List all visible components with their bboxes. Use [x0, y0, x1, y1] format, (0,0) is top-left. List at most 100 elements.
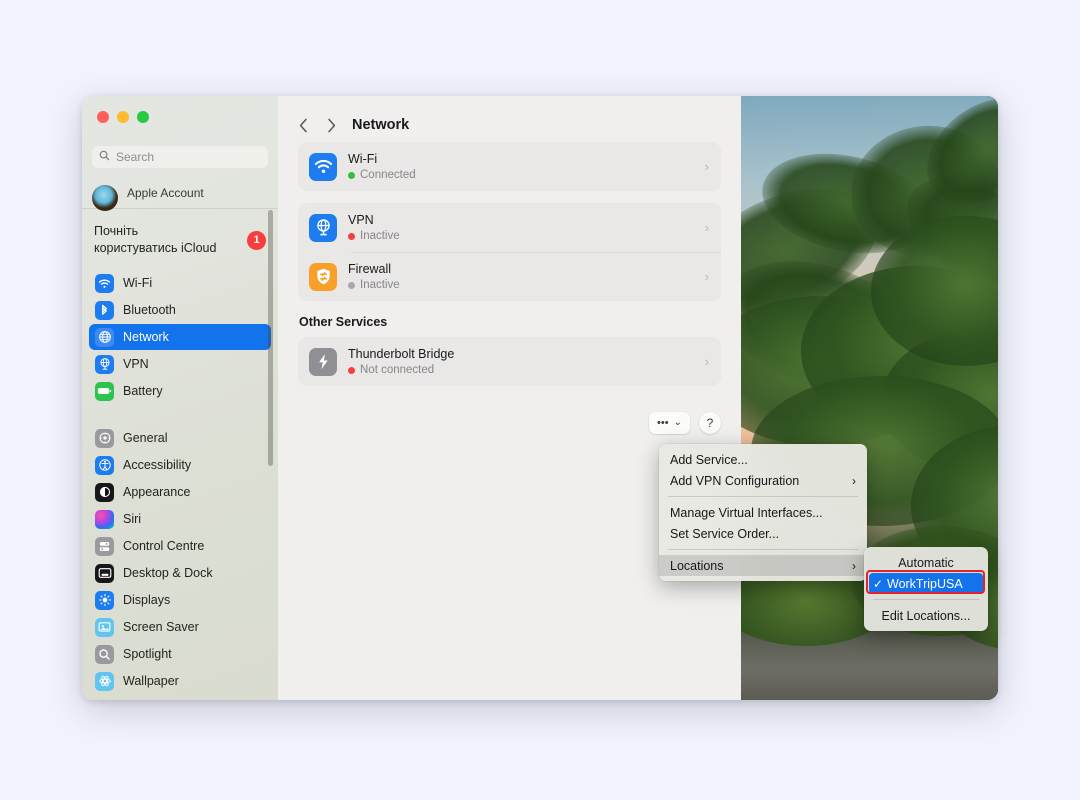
service-card-other: Thunderbolt Bridge Not connected ›	[298, 337, 721, 386]
service-status: Not connected	[360, 364, 435, 376]
sidebar-item-label: Screen Saver	[123, 620, 199, 634]
sidebar-item-label: Accessibility	[123, 458, 192, 472]
sidebar-item-siri[interactable]: Siri	[89, 506, 271, 532]
question-mark-icon: ?	[706, 416, 714, 430]
sidebar-item-appearance[interactable]: Appearance	[89, 479, 271, 505]
sidebar-item-apple-account[interactable]: Apple Account	[82, 178, 278, 211]
chevron-right-icon: ›	[704, 354, 709, 369]
menu-divider	[668, 549, 858, 550]
service-name: VPN	[348, 213, 374, 227]
service-card-wifi: Wi-Fi Connected ›	[298, 142, 721, 191]
service-status: Inactive	[360, 230, 400, 242]
help-button[interactable]: ?	[699, 412, 721, 434]
sidebar-item-general[interactable]: General	[89, 425, 271, 451]
ellipsis-icon: •••	[657, 417, 669, 429]
icloud-prompt-line1: Почніть	[94, 224, 139, 238]
sidebar-item-displays[interactable]: Displays	[89, 587, 271, 613]
apple-account-label: Apple Account	[127, 186, 204, 200]
panel-actions: ••• ⌄ ?	[278, 398, 741, 434]
submenu-item-label: Automatic	[898, 555, 954, 570]
sidebar-item-spotlight[interactable]: Spotlight	[89, 641, 271, 667]
chevron-right-icon: ›	[852, 558, 856, 573]
menu-item-manage-virtual-interfaces[interactable]: Manage Virtual Interfaces...	[659, 502, 867, 523]
submenu-divider	[873, 599, 979, 600]
main-panel: Network Wi-Fi Connected › VPN Inactive ›…	[278, 96, 741, 700]
sidebar-item-label: Wallpaper	[123, 674, 179, 688]
submenu-item-label: Edit Locations...	[881, 608, 971, 623]
sidebar-item-screen-saver[interactable]: Screen Saver	[89, 614, 271, 640]
sidebar-item-label: Siri	[123, 512, 142, 526]
accessibility-icon	[95, 455, 114, 475]
status-dot	[348, 232, 355, 240]
siri-icon	[95, 509, 114, 529]
sidebar-item-label: Bluetooth	[123, 303, 176, 317]
vpn-globe-icon	[309, 213, 337, 242]
sidebar-item-wi-fi[interactable]: Wi-Fi	[89, 270, 271, 296]
sidebar-item-label: VPN	[123, 357, 149, 371]
sidebar-item-accessibility[interactable]: Accessibility	[89, 452, 271, 478]
zoom-button[interactable]	[137, 111, 149, 123]
displays-icon	[95, 590, 114, 610]
spotlight-icon	[95, 644, 114, 664]
network-globe-icon	[95, 327, 114, 347]
status-dot	[348, 171, 355, 179]
sidebar-item-wallpaper[interactable]: Wallpaper	[89, 668, 271, 694]
service-name: Thunderbolt Bridge	[348, 347, 455, 361]
sidebar-item-vpn[interactable]: VPN	[89, 351, 271, 377]
sidebar-item-label: Appearance	[123, 485, 191, 499]
sidebar-item-network[interactable]: Network	[89, 324, 271, 350]
menu-item-set-service-order[interactable]: Set Service Order...	[659, 523, 867, 544]
chevron-down-icon: ⌄	[673, 417, 682, 428]
submenu-item-edit-locations[interactable]: Edit Locations...	[869, 605, 983, 626]
wifi-icon	[95, 273, 114, 293]
sidebar-item-bluetooth[interactable]: Bluetooth	[89, 297, 271, 323]
menu-item-label: Add VPN Configuration	[670, 473, 800, 488]
service-name: Firewall	[348, 262, 392, 276]
system-settings-window: Search Apple Account Почніть користувати…	[82, 96, 998, 700]
close-button[interactable]	[97, 111, 109, 123]
search-input[interactable]: Search	[92, 146, 268, 168]
sidebar-item-label: Wi-Fi	[123, 276, 153, 290]
sidebar-item-desktop-and-dock[interactable]: Desktop & Dock	[89, 560, 271, 586]
thunderbolt-icon	[309, 347, 337, 376]
service-row-firewall[interactable]: Firewall Inactive ›	[298, 252, 721, 301]
minimize-button[interactable]	[117, 111, 129, 123]
sidebar-item-control-centre[interactable]: Control Centre	[89, 533, 271, 559]
sidebar-item-battery[interactable]: Battery	[89, 378, 271, 404]
service-status: Inactive	[360, 279, 400, 291]
sidebar-item-icloud-prompt[interactable]: Почніть користуватись iCloud 1	[82, 217, 278, 263]
menu-item-add-vpn-configuration[interactable]: Add VPN Configuration ›	[659, 470, 867, 491]
menu-item-locations[interactable]: Locations ›	[659, 555, 867, 576]
submenu-item-worktripusa[interactable]: ✓ WorkTripUSA	[869, 573, 983, 594]
wallpaper-icon	[95, 671, 114, 691]
service-name: Wi-Fi	[348, 152, 378, 166]
search-placeholder: Search	[116, 150, 155, 164]
back-button[interactable]	[292, 114, 314, 136]
status-dot	[348, 366, 355, 374]
sidebar-scrollbar[interactable]	[268, 210, 273, 466]
desktop-dock-icon	[95, 563, 114, 583]
service-row-vpn[interactable]: VPN Inactive ›	[298, 203, 721, 252]
chevron-right-icon: ›	[704, 159, 709, 174]
general-gear-icon	[95, 428, 114, 448]
locations-submenu: Automatic ✓ WorkTripUSA Edit Locations..…	[864, 547, 988, 631]
service-row-thunderbolt-bridge[interactable]: Thunderbolt Bridge Not connected ›	[298, 337, 721, 386]
chevron-right-icon: ›	[852, 473, 856, 488]
sidebar-item-label: Battery	[123, 384, 163, 398]
sidebar-item-label: Desktop & Dock	[123, 566, 213, 580]
forward-button[interactable]	[320, 114, 342, 136]
traffic-lights	[97, 111, 149, 123]
more-options-button[interactable]: ••• ⌄	[649, 412, 690, 434]
search-icon	[99, 148, 110, 166]
menu-item-add-service[interactable]: Add Service...	[659, 449, 867, 470]
chevron-right-icon: ›	[704, 269, 709, 284]
menu-divider	[668, 496, 858, 497]
submenu-item-automatic[interactable]: Automatic	[869, 552, 983, 573]
sidebar: Search Apple Account Почніть користувати…	[82, 96, 278, 700]
chevron-right-icon: ›	[704, 220, 709, 235]
sidebar-item-label: Spotlight	[123, 647, 172, 661]
control-centre-icon	[95, 536, 114, 556]
service-row-wi-fi[interactable]: Wi-Fi Connected ›	[298, 142, 721, 191]
status-dot	[348, 281, 355, 289]
